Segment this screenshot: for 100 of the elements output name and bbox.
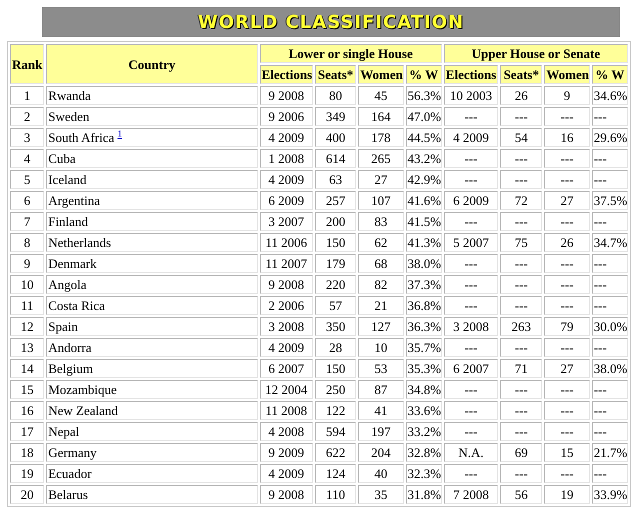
table-cell: --- — [544, 401, 590, 420]
table-cell: 34.7% — [592, 233, 628, 252]
table-cell: 257 — [314, 191, 356, 210]
table-cell: --- — [444, 401, 498, 420]
table-cell: 19 — [544, 485, 590, 504]
table-cell: 27 — [544, 191, 590, 210]
table-cell: 63 — [314, 170, 356, 189]
table-cell: 31.8% — [406, 485, 442, 504]
column-header: Upper House or Senate — [444, 44, 628, 63]
table-cell: --- — [592, 254, 628, 273]
country-name: Argentina — [48, 193, 100, 208]
table-cell: 71 — [500, 359, 542, 378]
table-cell: --- — [500, 422, 542, 441]
table-cell: 57 — [314, 296, 356, 315]
table-cell: 9 — [10, 254, 44, 273]
table-cell: 38.0% — [592, 359, 628, 378]
table-cell: 178 — [358, 128, 404, 147]
table-cell: 34.6% — [592, 86, 628, 105]
column-header: Seats* — [314, 65, 356, 84]
country-name: Nepal — [48, 424, 80, 439]
table-cell: 164 — [358, 107, 404, 126]
table-cell: --- — [544, 338, 590, 357]
table-cell: --- — [544, 275, 590, 294]
table-cell: 107 — [358, 191, 404, 210]
table-cell: 7 2008 — [444, 485, 498, 504]
table-cell: 11 2008 — [260, 401, 313, 420]
table-cell: 2 2006 — [260, 296, 313, 315]
country-name: Ecuador — [48, 466, 92, 481]
column-header: Women — [544, 65, 590, 84]
country-name: Cuba — [48, 151, 76, 166]
table-cell: 20 — [10, 485, 44, 504]
table-cell: 15 — [10, 380, 44, 399]
country-name: Mozambique — [48, 382, 117, 397]
table-cell: 38.0% — [406, 254, 442, 273]
table-cell: 62 — [358, 233, 404, 252]
table-cell: 265 — [358, 149, 404, 168]
table-cell: 68 — [358, 254, 404, 273]
table-cell: --- — [444, 212, 498, 231]
table-cell: --- — [500, 254, 542, 273]
table-cell: 53 — [358, 359, 404, 378]
table-cell: 10 — [10, 275, 44, 294]
table-cell: 43.2% — [406, 149, 442, 168]
table-cell: --- — [592, 107, 628, 126]
table-cell: --- — [592, 275, 628, 294]
page-title: WORLD CLASSIFICATION — [198, 12, 464, 32]
table-cell: 3 — [10, 128, 44, 147]
table-cell: 9 2008 — [260, 275, 313, 294]
table-cell: 3 2008 — [444, 317, 498, 336]
table-cell: 75 — [500, 233, 542, 252]
column-header: % W — [406, 65, 442, 84]
table-cell: 4 2009 — [260, 170, 313, 189]
table-cell: 8 — [10, 233, 44, 252]
country-name: New Zealand — [48, 403, 118, 418]
table-cell: 35 — [358, 485, 404, 504]
table-cell: 197 — [358, 422, 404, 441]
table-cell: 9 — [544, 86, 590, 105]
country-name: Denmark — [48, 256, 97, 271]
country-name: Germany — [48, 445, 97, 460]
column-header: Elections — [444, 65, 498, 84]
country-name: South Africa — [48, 130, 114, 145]
country-name: Finland — [48, 214, 88, 229]
table-cell: --- — [544, 254, 590, 273]
table-cell: 4 — [10, 149, 44, 168]
table-cell: 1 — [10, 86, 44, 105]
column-header: % W — [592, 65, 628, 84]
country-name: Iceland — [48, 172, 86, 187]
table-cell: 6 2009 — [260, 191, 313, 210]
table-cell: 29.6% — [592, 128, 628, 147]
table-cell: 350 — [314, 317, 356, 336]
table-cell: --- — [444, 464, 498, 483]
table-cell: 26 — [544, 233, 590, 252]
table-cell: --- — [444, 422, 498, 441]
table-cell: 250 — [314, 380, 356, 399]
table-cell: 12 — [10, 317, 44, 336]
table-cell: 204 — [358, 443, 404, 462]
table-cell: 37.3% — [406, 275, 442, 294]
table-cell: 13 — [10, 338, 44, 357]
table-cell: --- — [500, 464, 542, 483]
table-cell: 37.5% — [592, 191, 628, 210]
table-cell: --- — [592, 296, 628, 315]
table-cell: 44.5% — [406, 128, 442, 147]
table-cell: 6 2007 — [260, 359, 313, 378]
table-cell: 72 — [500, 191, 542, 210]
country-name: Belarus — [48, 487, 88, 502]
table-cell: 4 2008 — [260, 422, 313, 441]
table-cell: --- — [592, 422, 628, 441]
table-cell: 349 — [314, 107, 356, 126]
table-cell: --- — [444, 149, 498, 168]
table-cell: 400 — [314, 128, 356, 147]
table-cell: 42.9% — [406, 170, 442, 189]
table-cell: 16 — [544, 128, 590, 147]
table-cell: 30.0% — [592, 317, 628, 336]
table-cell: 32.3% — [406, 464, 442, 483]
footnote-link[interactable]: 1 — [118, 128, 122, 139]
table-cell: --- — [444, 254, 498, 273]
table-cell: --- — [500, 380, 542, 399]
table-cell: 4 2009 — [444, 128, 498, 147]
country-name: Andorra — [48, 340, 92, 355]
table-cell: 5 — [10, 170, 44, 189]
country-name: Belgium — [48, 361, 93, 376]
